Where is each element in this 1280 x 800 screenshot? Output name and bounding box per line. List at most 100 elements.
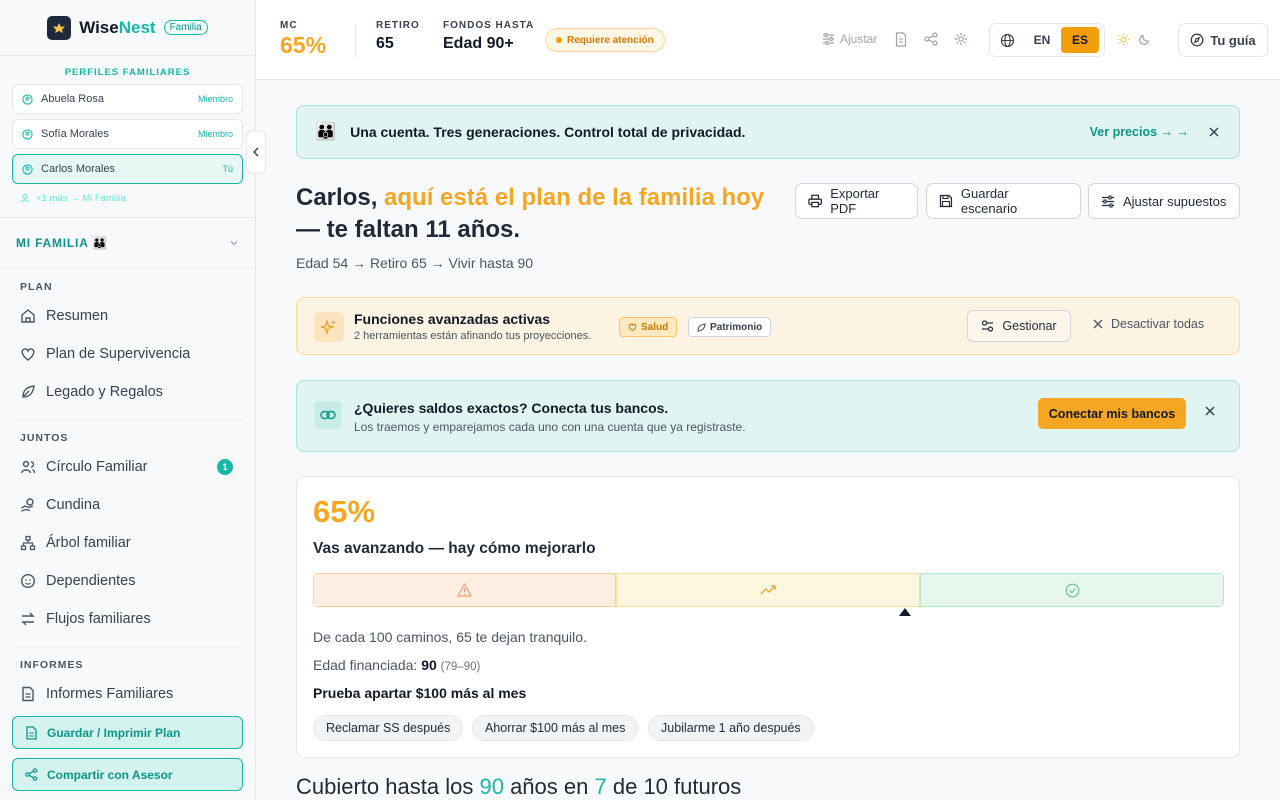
share-icon (25, 768, 38, 781)
profile-sofia-morales[interactable]: Sofía Morales Miembro (12, 119, 243, 149)
connect-banks-button[interactable]: Conectar mis bancos (1038, 398, 1186, 429)
printer-icon (808, 194, 822, 208)
adjust-assumptions-label: Ajustar supuestos (1123, 193, 1227, 209)
profile-abuela-rosa[interactable]: Abuela Rosa Miembro (12, 84, 243, 114)
family-tree-icon (20, 535, 36, 551)
nav-label: Dependientes (46, 573, 136, 589)
nav-item-flujos-familiares[interactable]: Flujos familiares (0, 600, 255, 638)
advanced-subtitle: 2 herramientas están afinando tus proyec… (354, 330, 592, 342)
nav-item-plan-supervivencia[interactable]: Plan de Supervivencia (0, 335, 255, 373)
globe-icon (1000, 33, 1015, 47)
trending-up-icon (760, 585, 776, 595)
save-print-plan-button[interactable]: Guardar / Imprimir Plan (12, 716, 243, 749)
moon-icon (1139, 34, 1150, 45)
guide-button[interactable]: Tu guía (1178, 23, 1268, 57)
bank-subtitle: Los traemos y emparejamos cada uno con u… (354, 420, 746, 434)
stat-value: 65 (376, 35, 394, 52)
nav-section-informes: INFORMES (20, 659, 84, 671)
manage-features-button[interactable]: Gestionar (967, 310, 1071, 342)
sliders-icon (823, 33, 834, 45)
brand[interactable]: WiseNest Familia (0, 0, 255, 56)
stat-label: RETIRO (376, 20, 420, 31)
chip-health-label: Salud (641, 321, 669, 333)
advanced-title: Funciones avanzadas activas (354, 311, 551, 327)
attention-label: Requiere atención (567, 34, 654, 46)
users-icon (20, 460, 36, 474)
nav-item-legado[interactable]: Legado y Regalos (0, 373, 255, 411)
sidebar: WiseNest Familia PERFILES FAMILIARES Abu… (0, 0, 256, 800)
sun-icon (1117, 33, 1130, 46)
profile-carlos-morales[interactable]: Carlos Morales Tú (12, 154, 243, 184)
funded-age-value: 90 (421, 657, 437, 673)
hero-rest: — te faltan 11 años. (296, 216, 521, 243)
nav-label: Plan de Supervivencia (46, 346, 191, 362)
sliders-icon (1102, 195, 1114, 207)
attention-badge: Requiere atención (545, 28, 665, 52)
close-icon (1209, 127, 1219, 137)
users-icon (21, 194, 29, 203)
nav-item-informes-familiares[interactable]: Informes Familiares (0, 675, 255, 713)
share-with-advisor-button[interactable]: Compartir con Asesor (12, 758, 243, 791)
coverage-count: 7 (594, 774, 607, 799)
view-pricing-link[interactable]: Ver precios → → (1090, 125, 1189, 139)
save-icon (939, 194, 953, 208)
nav-label: Cundina (46, 497, 101, 513)
nav-item-dependientes[interactable]: Dependientes (0, 562, 255, 600)
stat-fondos: FONDOS HASTA Edad 90+ (443, 20, 534, 53)
nav-divider (12, 646, 243, 647)
export-pdf-button[interactable]: Exportar PDF (795, 183, 918, 219)
suggestion-save-100-more[interactable]: Ahorrar $100 más al mes (472, 715, 639, 741)
nav-label: Flujos familiares (46, 611, 151, 627)
save-scenario-button[interactable]: Guardar escenario (926, 183, 1081, 219)
lang-en-button[interactable]: EN (1023, 27, 1061, 53)
adjust-label: Ajustar (840, 32, 878, 46)
funded-age: Edad financiada: 90 (79–90) (313, 657, 480, 673)
chip-health[interactable]: Salud (619, 317, 678, 337)
document-button[interactable] (895, 32, 907, 47)
notification-badge: 1 (217, 459, 233, 475)
funded-age-range: (79–90) (440, 661, 481, 673)
disable-all-button[interactable]: Desactivar todas (1093, 317, 1204, 331)
stat-value: Edad 90+ (443, 35, 514, 52)
suggestion-claim-ss-later[interactable]: Reclamar SS después (313, 715, 464, 741)
adjust-assumptions-button[interactable]: Ajustar supuestos (1088, 183, 1240, 219)
funded-age-label: Edad financiada: (313, 657, 418, 673)
more-profiles-link[interactable]: +1 más → Mi Familia (20, 189, 235, 207)
suggestion-retire-1-year-later[interactable]: Jubilarme 1 año después (648, 715, 814, 741)
share-with-advisor-label: Compartir con Asesor (47, 767, 173, 782)
document-icon (26, 725, 37, 740)
settings-button[interactable] (954, 32, 968, 46)
family-section-toggle[interactable]: MI FAMILIA 👪 (0, 217, 255, 269)
disable-all-label: Desactivar todas (1111, 317, 1205, 331)
light-theme-button[interactable] (1117, 33, 1130, 46)
paths-summary: De cada 100 caminos, 65 te dejan tranqui… (313, 629, 587, 645)
share-button[interactable] (924, 32, 938, 46)
nav-label: Informes Familiares (46, 686, 174, 702)
nav-item-cundina[interactable]: Cundina (0, 486, 255, 524)
profile-role: Miembro (197, 94, 233, 104)
chip-wealth[interactable]: Patrimonio (688, 317, 772, 337)
nav-item-circulo-familiar[interactable]: Círculo Familiar 1 (0, 448, 255, 486)
document-icon (22, 686, 34, 702)
link-icon (314, 401, 342, 429)
dark-theme-button[interactable] (1139, 33, 1151, 45)
lang-es-button[interactable]: ES (1061, 27, 1099, 53)
brand-badge: Familia (163, 20, 208, 35)
meter-marker (899, 608, 912, 616)
user-circle-icon (22, 93, 33, 105)
stat-mc: MC 65% (280, 20, 326, 59)
nav-item-resumen[interactable]: Resumen (0, 297, 255, 335)
hero-name: Carlos, (296, 184, 378, 211)
user-circle-icon (22, 128, 33, 140)
page-subtitle: Edad 54 → Retiro 65 → Vivir hasta 90 (296, 255, 534, 271)
adjust-button[interactable]: Ajustar (822, 32, 877, 46)
promo-text: Una cuenta. Tres generaciones. Control t… (350, 124, 746, 140)
close-promo-button[interactable] (1207, 125, 1221, 139)
collapse-sidebar-button[interactable] (246, 130, 266, 174)
nav-item-arbol-familiar[interactable]: Árbol familiar (0, 524, 255, 562)
share-icon (924, 32, 938, 46)
save-print-plan-label: Guardar / Imprimir Plan (47, 725, 181, 740)
document-icon (895, 32, 907, 47)
warning-icon (457, 583, 472, 597)
close-bank-banner-button[interactable] (1203, 404, 1217, 418)
